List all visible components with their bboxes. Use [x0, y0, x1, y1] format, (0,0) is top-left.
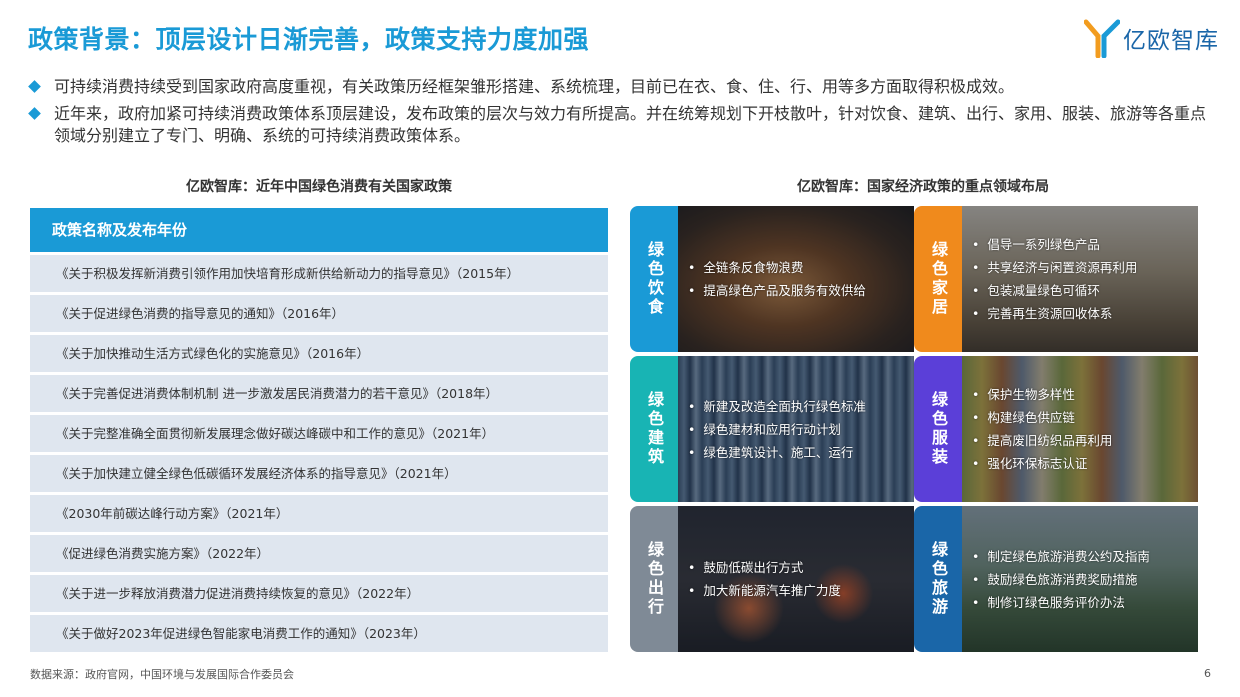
list-item: 完善再生资源回收体系 — [972, 302, 1137, 325]
area-items: 保护生物多样性 构建绿色供应链 提高废旧纺织品再利用 强化环保标志认证 — [972, 356, 1112, 502]
diamond-icon — [28, 80, 41, 93]
list-item: 鼓励绿色旅游消费奖励措施 — [972, 568, 1150, 591]
table-row: 《关于加快建立健全绿色低碳循环发展经济体系的指导意见》（2021年） — [30, 455, 608, 492]
list-item: 倡导一系列绿色产品 — [972, 233, 1137, 256]
diamond-icon — [28, 107, 41, 120]
table-row: 《关于促进绿色消费的指导意见的通知》（2016年） — [30, 295, 608, 332]
list-item: 共享经济与闲置资源再利用 — [972, 256, 1137, 279]
list-item: 绿色建材和应用行动计划 — [688, 418, 866, 441]
table-row: 《关于加快推动生活方式绿色化的实施意见》（2016年） — [30, 335, 608, 372]
list-item: 强化环保标志认证 — [972, 452, 1112, 475]
list-item: 绿色建筑设计、施工、运行 — [688, 441, 866, 464]
list-item: 保护生物多样性 — [972, 383, 1112, 406]
logo-text: 亿欧智库 — [1123, 28, 1219, 54]
area-items: 鼓励低碳出行方式 加大新能源汽车推广力度 — [688, 506, 841, 652]
area-tab: 绿色建筑 — [630, 356, 678, 502]
area-items: 全链条反食物浪费 提高绿色产品及服务有效供给 — [688, 206, 866, 352]
bullet-item: 近年来，政府加紧可持续消费政策体系顶层建设，发布政策的层次与效力有所提高。并在统… — [28, 103, 1218, 147]
page-title: 政策背景：顶层设计日渐完善，政策支持力度加强 — [28, 25, 590, 54]
intro-bullets: 可持续消费持续受到国家政府高度重视，有关政策历经框架雏形搭建、系统梳理，目前已在… — [28, 76, 1218, 152]
list-item: 全链条反食物浪费 — [688, 256, 866, 279]
area-tab: 绿色出行 — [630, 506, 678, 652]
area-label: 绿色服装 — [929, 391, 948, 467]
table-row: 《促进绿色消费实施方案》（2022年） — [30, 535, 608, 572]
area-label: 绿色建筑 — [645, 391, 664, 467]
list-item: 提高绿色产品及服务有效供给 — [688, 279, 866, 302]
area-tab: 绿色家居 — [914, 206, 962, 352]
table-row: 《关于积极发挥新消费引领作用加快培育形成新供给新动力的指导意见》（2015年） — [30, 255, 608, 292]
policy-table: 政策名称及发布年份 《关于积极发挥新消费引领作用加快培育形成新供给新动力的指导意… — [30, 208, 608, 655]
logo-icon — [1084, 19, 1120, 58]
area-items: 新建及改造全面执行绿色标准 绿色建材和应用行动计划 绿色建筑设计、施工、运行 — [688, 356, 866, 502]
list-item: 制修订绿色服务评价办法 — [972, 591, 1150, 614]
page-number: 6 — [1204, 667, 1211, 680]
area-tab: 绿色服装 — [914, 356, 962, 502]
area-card-tourism: 绿色旅游 制定绿色旅游消费公约及指南 鼓励绿色旅游消费奖励措施 制修订绿色服务评… — [914, 506, 1198, 652]
table-row: 《关于做好2023年促进绿色智能家电消费工作的通知》（2023年） — [30, 615, 608, 652]
brand-logo: 亿欧智库 — [1084, 18, 1219, 58]
list-item: 制定绿色旅游消费公约及指南 — [972, 545, 1150, 568]
bullet-item: 可持续消费持续受到国家政府高度重视，有关政策历经框架雏形搭建、系统梳理，目前已在… — [28, 76, 1218, 98]
area-card-diet: 绿色饮食 全链条反食物浪费 提高绿色产品及服务有效供给 — [630, 206, 914, 352]
area-card-transport: 绿色出行 鼓励低碳出行方式 加大新能源汽车推广力度 — [630, 506, 914, 652]
list-item: 构建绿色供应链 — [972, 406, 1112, 429]
table-row: 《关于进一步释放消费潜力促进消费持续恢复的意见》（2022年） — [30, 575, 608, 612]
area-card-home: 绿色家居 倡导一系列绿色产品 共享经济与闲置资源再利用 包装减量绿色可循环 完善… — [914, 206, 1198, 352]
table-row: 《2030年前碳达峰行动方案》（2021年） — [30, 495, 608, 532]
focus-area-title: 亿欧智库：国家经济政策的重点领域布局 — [797, 179, 1049, 195]
area-tab: 绿色旅游 — [914, 506, 962, 652]
table-row: 《关于完善促进消费体制机制 进一步激发居民消费潜力的若干意见》（2018年） — [30, 375, 608, 412]
area-label: 绿色旅游 — [929, 541, 948, 617]
focus-area-grid: 绿色饮食 全链条反食物浪费 提高绿色产品及服务有效供给 绿色家居 倡导一系列绿色… — [630, 206, 1214, 652]
area-label: 绿色家居 — [929, 241, 948, 317]
list-item: 鼓励低碳出行方式 — [688, 556, 841, 579]
list-item: 包装减量绿色可循环 — [972, 279, 1137, 302]
policy-table-title: 亿欧智库：近年中国绿色消费有关国家政策 — [186, 179, 452, 195]
area-card-building: 绿色建筑 新建及改造全面执行绿色标准 绿色建材和应用行动计划 绿色建筑设计、施工… — [630, 356, 914, 502]
area-items: 制定绿色旅游消费公约及指南 鼓励绿色旅游消费奖励措施 制修订绿色服务评价办法 — [972, 506, 1150, 652]
area-label: 绿色饮食 — [645, 241, 664, 317]
list-item: 新建及改造全面执行绿色标准 — [688, 395, 866, 418]
data-source: 数据来源：政府官网，中国环境与发展国际合作委员会 — [30, 668, 294, 681]
area-items: 倡导一系列绿色产品 共享经济与闲置资源再利用 包装减量绿色可循环 完善再生资源回… — [972, 206, 1137, 352]
table-header: 政策名称及发布年份 — [30, 208, 608, 252]
area-card-clothing: 绿色服装 保护生物多样性 构建绿色供应链 提高废旧纺织品再利用 强化环保标志认证 — [914, 356, 1198, 502]
list-item: 加大新能源汽车推广力度 — [688, 579, 841, 602]
list-item: 提高废旧纺织品再利用 — [972, 429, 1112, 452]
area-tab: 绿色饮食 — [630, 206, 678, 352]
area-label: 绿色出行 — [645, 541, 664, 617]
table-row: 《关于完整准确全面贯彻新发展理念做好碳达峰碳中和工作的意见》（2021年） — [30, 415, 608, 452]
